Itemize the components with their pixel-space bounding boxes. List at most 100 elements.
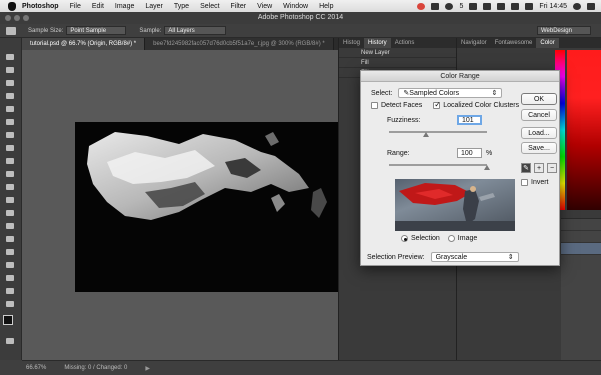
- sample-size-dropdown[interactable]: Point Sample: [66, 26, 127, 35]
- menu-window[interactable]: Window: [283, 3, 308, 10]
- cancel-button[interactable]: Cancel: [521, 109, 557, 121]
- menu-view[interactable]: View: [257, 3, 272, 10]
- history-item[interactable]: New Layer: [339, 48, 456, 58]
- dodge-tool-icon[interactable]: [4, 221, 16, 231]
- apple-icon[interactable]: [8, 1, 16, 11]
- range-slider[interactable]: [389, 164, 487, 166]
- tab-fontawesome[interactable]: Fontawesome: [491, 38, 537, 48]
- path-select-tool-icon[interactable]: [4, 260, 16, 270]
- document-status[interactable]: Missing: 0 / Changed: 0: [64, 365, 127, 371]
- fuzziness-slider[interactable]: [389, 131, 487, 133]
- eraser-tool-icon[interactable]: [4, 182, 16, 192]
- detect-faces-checkbox[interactable]: [371, 102, 378, 109]
- quick-select-tool-icon[interactable]: [4, 91, 16, 101]
- fuzziness-label: Fuzziness:: [387, 116, 421, 124]
- invert-checkbox[interactable]: [521, 179, 528, 186]
- eyedropper-tool-icon[interactable]: [4, 117, 16, 127]
- detect-faces-label[interactable]: Detect Faces: [381, 102, 422, 109]
- select-dropdown[interactable]: ✎Sampled Colors ⇕: [398, 88, 503, 98]
- healing-brush-icon[interactable]: [4, 130, 16, 140]
- dropbox-icon[interactable]: [431, 2, 440, 10]
- move-tool-icon[interactable]: [4, 52, 16, 62]
- image-radio[interactable]: [447, 235, 455, 242]
- tab-reference-image[interactable]: bee7fd245982fac057d76d0cb5f51a7e_r.jpg @…: [145, 38, 334, 50]
- color-picker-field[interactable]: [567, 50, 601, 210]
- tab-navigator[interactable]: Navigator: [457, 38, 491, 48]
- tab-tutorial[interactable]: tutorial.psd @ 66.7% (Origin, RGB/8#) *: [22, 38, 146, 50]
- menu-file[interactable]: File: [70, 3, 81, 10]
- selection-radio-label[interactable]: Selection: [411, 235, 440, 242]
- selection-radio[interactable]: [401, 235, 408, 242]
- zoom-window-icon[interactable]: [23, 15, 29, 21]
- clone-stamp-icon[interactable]: [4, 156, 16, 166]
- eyedropper-sample-icon[interactable]: ✎: [521, 163, 531, 173]
- quick-mask-icon[interactable]: [4, 336, 16, 346]
- layer-row[interactable]: [561, 219, 601, 231]
- range-slider-thumb[interactable]: [484, 165, 490, 170]
- menu-select[interactable]: Select: [200, 3, 219, 10]
- menu-image[interactable]: Image: [115, 3, 134, 10]
- fuzziness-input[interactable]: 101: [457, 115, 482, 125]
- hand-tool-icon[interactable]: [4, 286, 16, 296]
- blur-tool-icon[interactable]: [4, 208, 16, 218]
- document-canvas[interactable]: [75, 122, 375, 292]
- flag-icon[interactable]: [525, 2, 534, 10]
- pen-tool-icon[interactable]: [4, 234, 16, 244]
- tab-history[interactable]: History: [364, 38, 391, 48]
- shape-tool-icon[interactable]: [4, 273, 16, 283]
- menu-type[interactable]: Type: [174, 3, 189, 10]
- marquee-tool-icon[interactable]: [4, 65, 16, 75]
- bluetooth-icon[interactable]: [469, 2, 478, 10]
- foreground-color-swatch[interactable]: [3, 315, 13, 325]
- history-item[interactable]: Fill: [339, 58, 456, 68]
- notification-center-icon[interactable]: [587, 2, 595, 10]
- wifi-icon[interactable]: [483, 2, 492, 10]
- range-input[interactable]: 100: [457, 148, 482, 158]
- volume-icon[interactable]: [497, 2, 506, 10]
- ok-button[interactable]: OK: [521, 93, 557, 105]
- battery-icon[interactable]: [511, 2, 520, 10]
- layer-row[interactable]: [561, 243, 601, 255]
- eyedropper-tool-icon[interactable]: [6, 26, 16, 35]
- tab-color[interactable]: Color: [536, 38, 559, 48]
- close-window-icon[interactable]: [5, 15, 11, 21]
- image-radio-label[interactable]: Image: [458, 235, 477, 242]
- status-arrow-icon[interactable]: ▶: [145, 365, 150, 372]
- tab-actions[interactable]: Actions: [391, 38, 419, 48]
- load-button[interactable]: Load...: [521, 127, 557, 139]
- menu-edit[interactable]: Edit: [92, 3, 104, 10]
- menu-layer[interactable]: Layer: [145, 3, 163, 10]
- crop-tool-icon[interactable]: [4, 104, 16, 114]
- tab-histogram[interactable]: Histog: [339, 38, 364, 48]
- zoom-level[interactable]: 66.67%: [26, 365, 46, 371]
- sample-dropdown[interactable]: All Layers: [164, 26, 227, 35]
- sync-icon[interactable]: [445, 2, 454, 10]
- menu-help[interactable]: Help: [319, 3, 333, 10]
- selection-preview-dropdown[interactable]: Grayscale ⇕: [430, 252, 519, 262]
- type-tool-icon[interactable]: [4, 247, 16, 257]
- lasso-tool-icon[interactable]: [4, 78, 16, 88]
- menu-app-name[interactable]: Photoshop: [22, 3, 59, 10]
- eyedropper-add-icon[interactable]: +: [534, 163, 544, 173]
- select-row: Select: ✎Sampled Colors ⇕: [371, 88, 503, 98]
- localized-clusters-label[interactable]: Localized Color Clusters: [443, 102, 519, 109]
- notification-icon[interactable]: [417, 2, 426, 10]
- gradient-tool-icon[interactable]: [4, 195, 16, 205]
- eyedropper-subtract-icon[interactable]: −: [547, 163, 557, 173]
- save-button[interactable]: Save...: [521, 142, 557, 154]
- badge-count[interactable]: 5: [459, 3, 463, 10]
- menu-filter[interactable]: Filter: [231, 3, 247, 10]
- layer-row[interactable]: [561, 231, 601, 243]
- localized-clusters-checkbox[interactable]: [433, 100, 441, 109]
- history-brush-icon[interactable]: [4, 169, 16, 179]
- clock[interactable]: Fri 14:45: [539, 3, 567, 10]
- history-panel-tabs: Histog History Actions: [339, 38, 456, 48]
- minimize-window-icon[interactable]: [14, 15, 20, 21]
- spotlight-icon[interactable]: [573, 2, 581, 10]
- brush-tool-icon[interactable]: [4, 143, 16, 153]
- invert-label[interactable]: Invert: [531, 179, 549, 186]
- fuzziness-slider-thumb[interactable]: [423, 132, 430, 137]
- zoom-tool-icon[interactable]: [4, 299, 16, 309]
- workspace-dropdown[interactable]: WebDesign: [537, 26, 591, 35]
- canvas-workspace[interactable]: [22, 50, 375, 360]
